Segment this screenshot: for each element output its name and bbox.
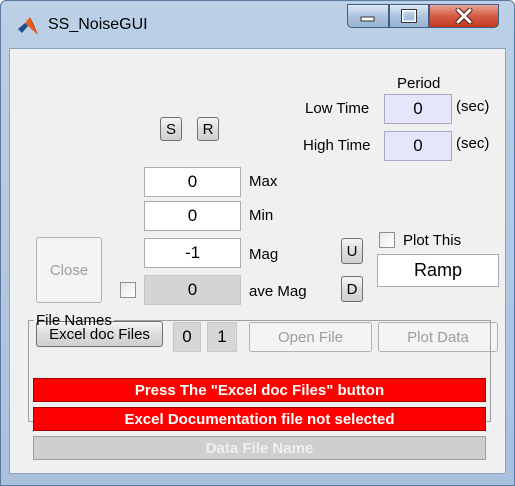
data-file-name: Data File Name [33, 436, 486, 460]
file-status-line-1: Press The "Excel doc Files" button [33, 378, 486, 402]
maximize-button[interactable] [389, 4, 429, 28]
high-time-input[interactable]: 0 [384, 131, 452, 161]
high-time-unit: (sec) [456, 135, 490, 152]
file-status-line-2: Excel Documentation file not selected [33, 407, 486, 431]
plot-this-checkbox[interactable] [379, 232, 395, 248]
maximize-icon [401, 9, 417, 23]
file-names-legend: File Names [36, 312, 112, 329]
u-button[interactable]: U [341, 238, 363, 264]
waveform-input[interactable]: Ramp [377, 254, 499, 287]
min-input[interactable]: 0 [144, 201, 241, 231]
min-label: Min [249, 207, 274, 224]
high-time-label: High Time [303, 137, 371, 154]
matlab-logo-icon [18, 17, 38, 35]
title-bar[interactable]: SS_NoiseGUI [1, 1, 514, 47]
file-names-group: File Names [28, 312, 491, 422]
app-window: SS_NoiseGUI Period Low Time 0 (sec) High… [0, 0, 515, 486]
close-icon [455, 8, 473, 24]
minimize-button[interactable] [347, 4, 389, 28]
r-button[interactable]: R [197, 117, 219, 141]
close-window-button[interactable] [429, 4, 499, 28]
s-button[interactable]: S [160, 117, 182, 141]
ave-mag-label: ave Mag [249, 283, 307, 300]
plot-this-label: Plot This [403, 232, 462, 249]
low-time-unit: (sec) [456, 98, 490, 115]
low-time-input[interactable]: 0 [384, 94, 452, 124]
mag-input[interactable]: -1 [144, 238, 241, 268]
ave-mag-checkbox[interactable] [120, 282, 136, 298]
ave-mag-display: 0 [144, 275, 241, 305]
period-heading: Period [397, 75, 441, 92]
close-button[interactable]: Close [36, 237, 102, 303]
window-title: SS_NoiseGUI [48, 16, 148, 33]
low-time-label: Low Time [305, 100, 370, 117]
minimize-icon [360, 16, 375, 22]
max-label: Max [249, 173, 278, 190]
mag-label: Mag [249, 246, 279, 263]
d-button[interactable]: D [341, 276, 363, 302]
max-input[interactable]: 0 [144, 167, 241, 197]
